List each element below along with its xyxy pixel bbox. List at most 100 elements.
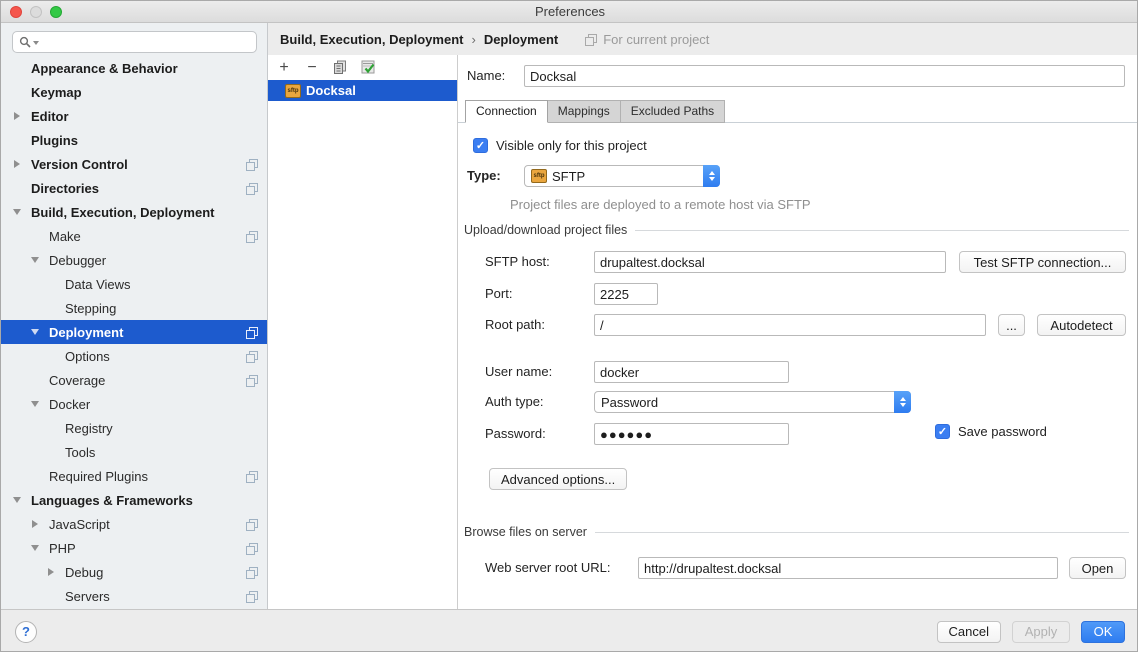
sidebar-item-tools[interactable]: Tools <box>1 440 267 464</box>
tree-down-arrow-icon[interactable] <box>29 257 49 263</box>
sidebar-item-javascript[interactable]: JavaScript <box>1 512 267 536</box>
sidebar-item-keymap[interactable]: Keymap <box>1 80 267 104</box>
sidebar-item-label: Docker <box>49 397 90 412</box>
tree-down-arrow-icon[interactable] <box>11 497 31 503</box>
sidebar-item-data-views[interactable]: Data Views <box>1 272 267 296</box>
auth-type-label: Auth type: <box>485 391 544 413</box>
settings-sidebar: Appearance & Behavior Keymap Editor Plugins… <box>1 23 268 609</box>
sidebar-item-appearance-behavior[interactable]: Appearance & Behavior <box>1 56 267 80</box>
password-input[interactable] <box>594 423 789 445</box>
project-level-icon <box>245 518 258 531</box>
visible-only-checkbox[interactable]: ✓ Visible only for this project <box>473 138 647 153</box>
settings-search-input[interactable] <box>12 31 257 53</box>
auth-type-dropdown[interactable]: Password <box>594 391 911 413</box>
sidebar-item-servers[interactable]: Servers <box>1 584 267 608</box>
tree-right-arrow-icon[interactable] <box>45 568 65 576</box>
name-label: Name: <box>467 65 505 87</box>
tree-right-arrow-icon[interactable] <box>11 112 31 120</box>
breadcrumb-section[interactable]: Build, Execution, Deployment <box>280 32 463 47</box>
auth-type-value: Password <box>601 395 658 410</box>
test-sftp-connection-button[interactable]: Test SFTP connection... <box>959 251 1126 273</box>
cancel-button[interactable]: Cancel <box>937 621 1001 643</box>
tree-down-arrow-icon[interactable] <box>11 209 31 215</box>
section-divider <box>595 532 1129 533</box>
sftp-host-input[interactable] <box>594 251 946 273</box>
copy-icon <box>333 60 347 75</box>
project-level-icon <box>245 590 258 603</box>
for-current-project-label: For current project <box>603 32 709 47</box>
port-input[interactable] <box>594 283 658 305</box>
sidebar-item-label: Debug <box>65 565 103 580</box>
sidebar-item-editor[interactable]: Editor <box>1 104 267 128</box>
project-level-icon <box>245 542 258 555</box>
remove-server-button[interactable]: − <box>304 60 320 76</box>
sidebar-item-version-control[interactable]: Version Control <box>1 152 267 176</box>
project-level-icon <box>245 230 258 243</box>
upload-section-header: Upload/download project files <box>464 223 1129 237</box>
type-dropdown[interactable]: sftp SFTP <box>524 165 720 187</box>
browse-section-title: Browse files on server <box>464 525 587 539</box>
root-path-label: Root path: <box>485 314 545 336</box>
sidebar-item-label: Editor <box>31 109 69 124</box>
sidebar-item-label: Keymap <box>31 85 82 100</box>
open-button[interactable]: Open <box>1069 557 1126 579</box>
project-level-icon <box>245 374 258 387</box>
tab-connection[interactable]: Connection <box>465 100 548 123</box>
user-name-label: User name: <box>485 361 552 383</box>
use-as-default-button[interactable] <box>360 60 376 76</box>
tree-down-arrow-icon[interactable] <box>29 401 49 407</box>
sidebar-item-deployment[interactable]: Deployment <box>1 320 267 344</box>
tree-down-arrow-icon[interactable] <box>29 545 49 551</box>
tree-down-arrow-icon[interactable] <box>29 329 49 335</box>
sidebar-item-plugins[interactable]: Plugins <box>1 128 267 152</box>
server-item-docksal[interactable]: sftpDocksal <box>268 80 457 101</box>
sidebar-item-debug[interactable]: Debug <box>1 560 267 584</box>
search-icon <box>19 36 31 48</box>
sidebar-item-label: Stepping <box>65 301 116 316</box>
sidebar-item-registry[interactable]: Registry <box>1 416 267 440</box>
tab-bar: ConnectionMappingsExcluded Paths <box>465 100 725 123</box>
sidebar-item-languages-frameworks[interactable]: Languages & Frameworks <box>1 488 267 512</box>
apply-button[interactable]: Apply <box>1012 621 1070 643</box>
copy-server-button[interactable] <box>332 60 348 76</box>
sidebar-item-options[interactable]: Options <box>1 344 267 368</box>
sidebar-item-coverage[interactable]: Coverage <box>1 368 267 392</box>
project-level-icon <box>245 350 258 363</box>
visible-only-label: Visible only for this project <box>496 138 647 153</box>
browse-section-header: Browse files on server <box>464 525 1129 539</box>
server-name-input[interactable] <box>524 65 1125 87</box>
sidebar-item-label: Deployment <box>49 325 123 340</box>
sidebar-item-build-execution-deployment[interactable]: Build, Execution, Deployment <box>1 200 267 224</box>
add-server-button[interactable]: + <box>276 60 292 76</box>
sidebar-item-label: Data Views <box>65 277 131 292</box>
sidebar-item-label: Make <box>49 229 81 244</box>
user-name-input[interactable] <box>594 361 789 383</box>
sidebar-item-make[interactable]: Make <box>1 224 267 248</box>
ok-button[interactable]: OK <box>1081 621 1125 643</box>
sidebar-item-label: Plugins <box>31 133 78 148</box>
type-label: Type: <box>467 165 501 187</box>
sidebar-item-stepping[interactable]: Stepping <box>1 296 267 320</box>
sidebar-item-required-plugins[interactable]: Required Plugins <box>1 464 267 488</box>
sidebar-item-label: PHP <box>49 541 76 556</box>
checkbox-check-icon: ✓ <box>473 138 488 153</box>
tree-right-arrow-icon[interactable] <box>11 160 31 168</box>
sidebar-item-label: Servers <box>65 589 110 604</box>
tree-right-arrow-icon[interactable] <box>29 520 49 528</box>
web-root-label: Web server root URL: <box>485 557 610 579</box>
sidebar-item-directories[interactable]: Directories <box>1 176 267 200</box>
sidebar-item-label: Required Plugins <box>49 469 148 484</box>
sidebar-item-php[interactable]: PHP <box>1 536 267 560</box>
help-button[interactable]: ? <box>15 621 37 643</box>
browse-root-path-button[interactable]: ... <box>998 314 1025 336</box>
web-root-input[interactable] <box>638 557 1058 579</box>
save-password-checkbox[interactable]: ✓ Save password <box>935 424 1047 439</box>
sidebar-item-docker[interactable]: Docker <box>1 392 267 416</box>
tab-mappings[interactable]: Mappings <box>548 100 621 123</box>
advanced-options-button[interactable]: Advanced options... <box>489 468 627 490</box>
server-item-label: Docksal <box>306 83 356 98</box>
autodetect-button[interactable]: Autodetect <box>1037 314 1126 336</box>
tab-excluded-paths[interactable]: Excluded Paths <box>621 100 725 123</box>
sidebar-item-debugger[interactable]: Debugger <box>1 248 267 272</box>
root-path-input[interactable] <box>594 314 986 336</box>
